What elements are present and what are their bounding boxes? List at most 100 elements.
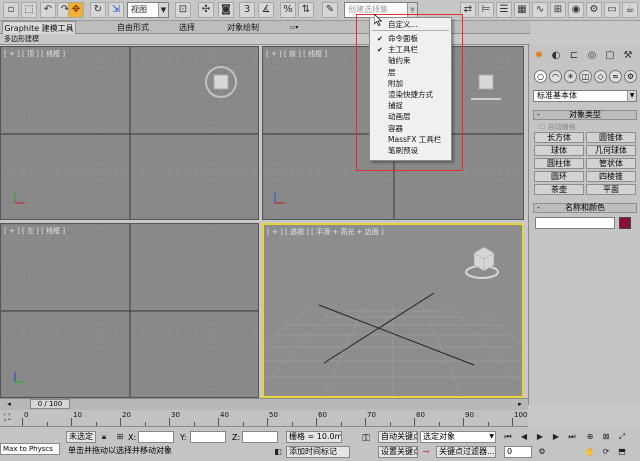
autogrid-checkbox[interactable]: ☐ 自动栅格: [539, 122, 576, 132]
play-icon[interactable]: ▶: [534, 431, 546, 443]
pyramid-button[interactable]: 四棱锥: [586, 171, 636, 182]
menu-item-main-toolbar[interactable]: ✔ 主工具栏: [370, 45, 451, 55]
edit-named-sel-icon[interactable]: ✎: [322, 2, 338, 18]
category-dropdown[interactable]: 标准基本体 ▼: [533, 90, 637, 102]
next-frame-icon[interactable]: ▸: [514, 400, 526, 409]
teapot-button[interactable]: 茶壶: [534, 184, 584, 195]
spacewarps-icon[interactable]: ≈: [609, 70, 622, 83]
shapes-icon[interactable]: ◠: [549, 70, 562, 83]
object-name-input[interactable]: [535, 217, 615, 229]
go-to-start-icon[interactable]: ⏮: [502, 431, 514, 443]
undo-icon[interactable]: ↶: [40, 2, 56, 18]
material-icon[interactable]: ◉: [568, 2, 584, 18]
current-frame-input[interactable]: 0: [504, 446, 532, 458]
absolute-mode-icon[interactable]: ⊞: [114, 431, 126, 443]
plane-button[interactable]: 平面: [586, 184, 636, 195]
lights-icon[interactable]: ✳: [564, 70, 577, 83]
graphite-icon[interactable]: ▦: [514, 2, 530, 18]
add-time-tag-button[interactable]: 添加时间标记: [286, 446, 350, 458]
curve-editor-icon[interactable]: ∿: [532, 2, 548, 18]
name-color-rollout[interactable]: - 名称和颜色: [533, 203, 637, 213]
previous-frame-icon[interactable]: ◀: [518, 431, 530, 443]
maxscript-listener[interactable]: Max to Physcs: [0, 443, 60, 455]
layer-icon[interactable]: ☰: [496, 2, 512, 18]
viewport-top[interactable]: [ + ] [ 顶 ] [ 线框 ]: [0, 46, 259, 220]
view-dropdown[interactable]: 视图 ▼: [127, 2, 169, 18]
viewport-perspective[interactable]: [ + ] [ 透视 ] [ 平滑 + 高光 + 边面 ]: [262, 223, 524, 398]
menu-item-render-shortcuts[interactable]: 渲染快捷方式: [370, 90, 451, 100]
spinner-snap-icon[interactable]: ⇅: [298, 2, 314, 18]
select-manipulate-icon[interactable]: ✣: [198, 2, 214, 18]
menu-item-customize[interactable]: 自定义...: [370, 20, 451, 30]
auto-key-button[interactable]: 自动关键点: [378, 431, 418, 443]
scale-icon[interactable]: ⇲: [108, 2, 124, 18]
align-icon[interactable]: ⊨: [478, 2, 494, 18]
menu-item-layers[interactable]: 层: [370, 68, 451, 78]
box-button[interactable]: 长方体: [534, 132, 584, 143]
utilities-icon[interactable]: ⚒: [621, 49, 635, 63]
timeline-ruler[interactable]: ⛶ 0 10 20 30 40 50 60 70 80 90 100: [0, 410, 528, 427]
menu-item-massfx-toolbar[interactable]: MassFX 工具栏: [370, 135, 451, 145]
menu-item-extras[interactable]: 附加: [370, 79, 451, 89]
set-key-button[interactable]: 设置关键点: [378, 446, 418, 458]
ribbon-options-icon[interactable]: ▭▾: [286, 21, 302, 34]
motion-icon[interactable]: ◎: [585, 49, 599, 63]
ribbon-sub-label[interactable]: 多边形建模: [4, 34, 48, 45]
move-icon[interactable]: ✥: [68, 2, 84, 18]
angle-snap-icon[interactable]: ∡: [258, 2, 274, 18]
viewport-left[interactable]: [ + ] [ 左 ] [ 线框 ]: [0, 223, 259, 398]
tab-graphite[interactable]: Graphite 建模工具: [2, 21, 76, 34]
render-setup-icon[interactable]: ⚙: [586, 2, 602, 18]
time-slider-track[interactable]: ◂ ▸: [0, 398, 528, 410]
cylinder-button[interactable]: 圆柱体: [534, 158, 584, 169]
helpers-icon[interactable]: ◇: [594, 70, 607, 83]
keyboard-shortcut-icon[interactable]: ◙: [218, 2, 234, 18]
x-coordinate-input[interactable]: [138, 431, 174, 443]
go-to-end-icon[interactable]: ⏭: [566, 431, 578, 443]
object-type-rollout[interactable]: - 对象类型: [533, 110, 637, 120]
snap-3-icon[interactable]: 3: [239, 2, 255, 18]
modify-icon[interactable]: ◐: [549, 49, 563, 63]
menu-item-brush-presets[interactable]: 笔刷预设: [370, 146, 451, 156]
zoom-extents-icon[interactable]: ⤢: [616, 431, 628, 443]
time-tag-icon[interactable]: ◧: [272, 446, 284, 458]
zoom-icon[interactable]: ⊕: [584, 431, 596, 443]
create-icon[interactable]: ✹: [532, 49, 546, 63]
open-mini-curve-icon[interactable]: ◂: [3, 400, 15, 409]
tube-button[interactable]: 管状体: [586, 158, 636, 169]
menu-item-axis-constraints[interactable]: 轴约束: [370, 56, 451, 66]
tab-object-paint[interactable]: 对象绘制: [220, 21, 266, 34]
menu-item-snaps[interactable]: 捕捉: [370, 101, 451, 111]
systems-icon[interactable]: ⚙: [624, 70, 637, 83]
schematic-icon[interactable]: ⊞: [550, 2, 566, 18]
menu-item-animation-layers[interactable]: 动画层: [370, 112, 451, 122]
zoom-all-icon[interactable]: ⊠: [600, 431, 612, 443]
geometry-icon[interactable]: ○: [534, 70, 547, 83]
viewport-label[interactable]: [ + ] [ 透视 ] [ 平滑 + 高光 + 边面 ]: [267, 227, 384, 237]
cone-button[interactable]: 圆锥体: [586, 132, 636, 143]
viewport-label[interactable]: [ + ] [ 左 ] [ 线框 ]: [4, 226, 65, 236]
selected-dropdown[interactable]: 选定对象 ▼: [420, 431, 496, 443]
render-icon[interactable]: ☕: [622, 2, 638, 18]
render-frame-icon[interactable]: ▭: [604, 2, 620, 18]
track-bar-icon[interactable]: ⛶: [4, 412, 14, 424]
key-filters-button[interactable]: 关键点过滤器...: [436, 446, 496, 458]
pivot-icon[interactable]: ⊡: [175, 2, 191, 18]
select-region-icon[interactable]: ⬚: [21, 2, 37, 18]
maximize-viewport-icon[interactable]: ⬒: [616, 446, 628, 458]
key-mode-icon[interactable]: ⊸: [420, 446, 432, 458]
tab-selection[interactable]: 选择: [170, 21, 204, 34]
menu-item-containers[interactable]: 容器: [370, 124, 451, 134]
sphere-button[interactable]: 球体: [534, 145, 584, 156]
select-icon[interactable]: ▫: [3, 2, 19, 18]
lock-selection-icon[interactable]: 🔒︎: [98, 431, 110, 443]
pan-icon[interactable]: ✋: [584, 446, 596, 458]
time-config-icon[interactable]: ⚙: [536, 446, 548, 458]
object-color-swatch[interactable]: [619, 217, 631, 229]
y-coordinate-input[interactable]: [190, 431, 226, 443]
orbit-icon[interactable]: ⟳: [600, 446, 612, 458]
menu-item-command-panel[interactable]: ✔ 命令面板: [370, 34, 451, 44]
next-frame-icon[interactable]: ▶: [550, 431, 562, 443]
rotate-icon[interactable]: ↻: [90, 2, 106, 18]
viewport-label[interactable]: [ + ] [ 顶 ] [ 线框 ]: [4, 49, 65, 59]
